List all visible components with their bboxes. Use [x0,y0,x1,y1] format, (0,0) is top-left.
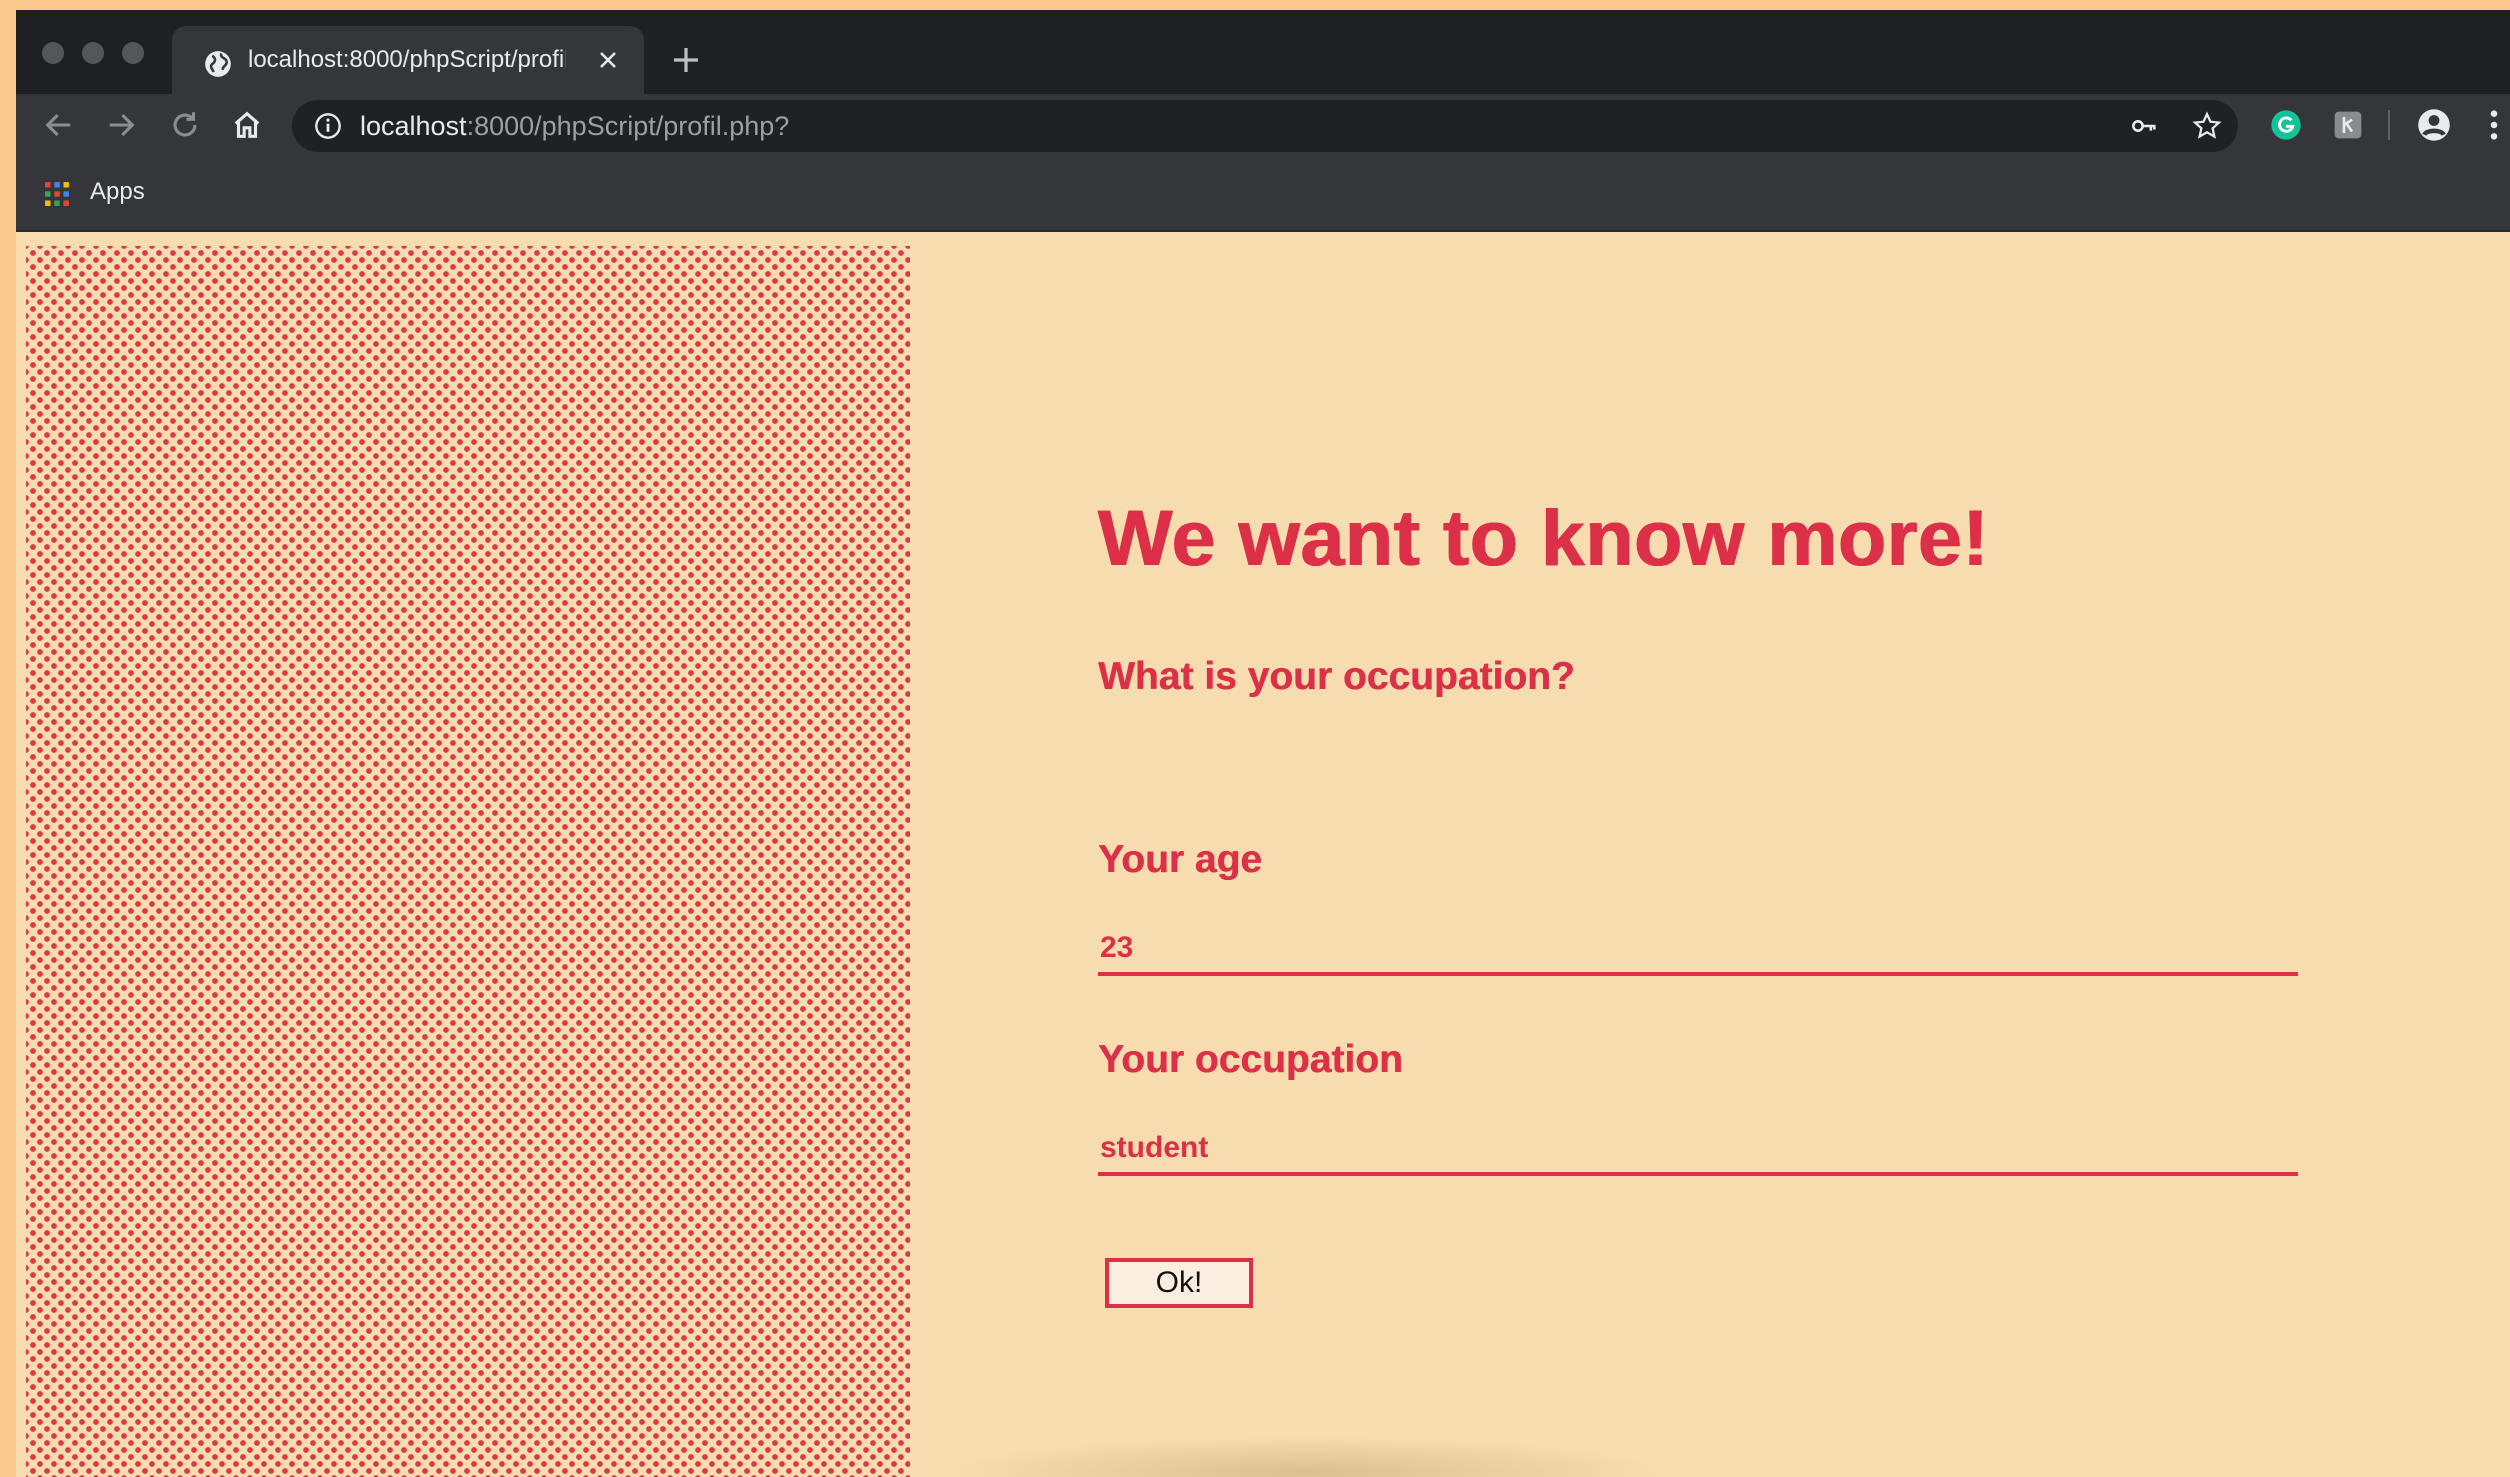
url-host: localhost [360,111,467,141]
apps-grid-icon[interactable] [44,181,70,207]
globe-icon [205,51,231,77]
browser-toolbar: localhost:8000/phpScript/profil.php? [16,94,2510,156]
apps-bookmark[interactable]: Apps [90,156,145,228]
age-input[interactable] [1098,924,2298,976]
extension-icon[interactable] [2332,109,2364,141]
key-icon[interactable] [2130,112,2160,140]
bottom-shadow [946,1437,1666,1477]
tab-title: localhost:8000/phpScript/profil.php? [248,46,566,73]
minimize-window-button[interactable] [82,42,104,64]
address-bar[interactable]: localhost:8000/phpScript/profil.php? [292,100,2238,152]
page-title: We want to know more! [1098,493,1990,582]
info-icon[interactable] [314,112,342,140]
account-icon[interactable] [2416,107,2452,143]
page-content: We want to know more! What is your occup… [16,232,2510,1477]
dotted-pattern-panel [26,246,910,1477]
reload-icon[interactable] [168,108,202,142]
home-icon[interactable] [230,108,264,142]
maximize-window-button[interactable] [122,42,144,64]
occupation-label: Your occupation [1098,1038,1403,1081]
star-icon[interactable] [2192,111,2222,141]
occupation-input[interactable] [1098,1124,2298,1176]
toolbar-divider [2388,110,2390,140]
menu-icon[interactable] [2486,108,2502,142]
browser-window: localhost:8000/phpScript/profil.php? [16,10,2510,1477]
forward-arrow-icon[interactable] [104,108,138,142]
close-window-button[interactable] [42,42,64,64]
url-path: :8000/phpScript/profil.php? [466,111,790,141]
bookmarks-bar: Apps [16,156,2510,232]
tab-strip: localhost:8000/phpScript/profil.php? [16,10,2510,94]
occupation-question: What is your occupation? [1098,655,1575,698]
browser-tab[interactable]: localhost:8000/phpScript/profil.php? [172,26,644,94]
close-icon[interactable] [596,48,620,72]
new-tab-button[interactable] [670,44,702,76]
grammarly-icon[interactable] [2270,109,2302,141]
url-text: localhost:8000/phpScript/profil.php? [360,100,789,152]
back-arrow-icon[interactable] [42,108,76,142]
ok-button[interactable]: Ok! [1105,1258,1253,1308]
age-label: Your age [1098,838,1262,881]
